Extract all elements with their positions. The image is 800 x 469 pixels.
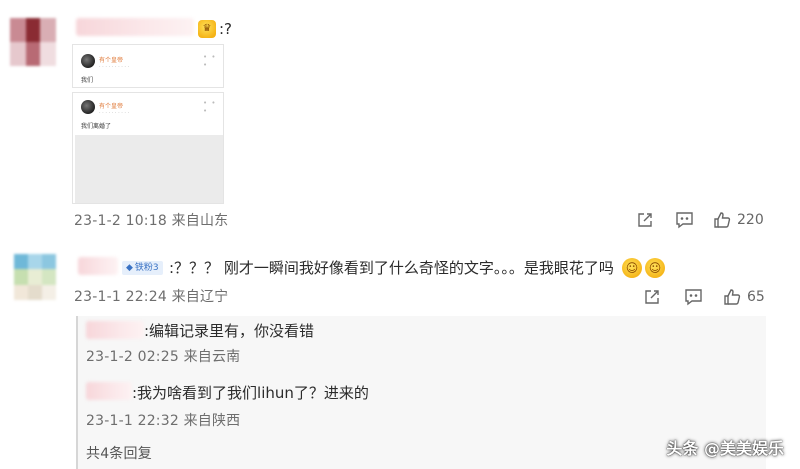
comment-button[interactable] [675, 211, 694, 229]
avatar[interactable] [14, 254, 56, 300]
more-icon: • • • [203, 53, 217, 69]
share-button[interactable] [636, 211, 654, 229]
badge-label: 铁粉3 [134, 263, 159, 273]
comment-text: :？？？ 刚才一瞬间我好像看到了什么奇怪的文字。。。是我眼花了吗 [169, 259, 614, 277]
post-username: 有个皇帝 [99, 103, 124, 110]
like-icon [724, 289, 741, 305]
like-count: 65 [747, 289, 765, 305]
embedded-post-card[interactable]: 有个皇帝 · · · · · · · · · · • • • 我们离婚了 [72, 92, 224, 204]
avatar [81, 54, 95, 68]
like-button[interactable]: 220 [713, 211, 764, 229]
post-text: 我们 [81, 77, 94, 84]
comment-icon [685, 289, 702, 306]
share-icon [645, 290, 659, 304]
comment-button[interactable] [684, 288, 703, 306]
reply-text: :我为啥看到了我们lihun了？进来的 [132, 384, 369, 402]
more-icon: • • • [203, 99, 217, 115]
watermark: 头条 @美美娱乐 [666, 439, 784, 458]
post-username: 有个皇帝 [99, 57, 124, 64]
timestamp: 23-1-2 02:25 来自云南 [86, 349, 241, 365]
more-replies-link[interactable]: 共4条回复 [86, 447, 152, 461]
share-icon [638, 213, 652, 227]
username-blurred[interactable] [86, 382, 132, 400]
fan-badge: ◆ 铁粉3 [122, 261, 163, 275]
post-meta: · · · · · · · · · · [99, 64, 130, 70]
like-icon [714, 212, 731, 228]
timestamp: 23-1-1 22:32 来自陕西 [86, 413, 241, 429]
diamond-icon: ◆ [126, 263, 133, 273]
embedded-post-card[interactable]: 有个皇帝 · · · · · · · · · · • • • 我们 [72, 44, 224, 88]
like-button[interactable]: 65 [723, 288, 765, 306]
avatar [81, 100, 95, 114]
laugh-emoji-icon: ☺ [622, 258, 642, 278]
post-meta: · · · · · · · · · · [99, 110, 130, 116]
share-button[interactable] [643, 288, 661, 306]
image-placeholder [75, 135, 223, 203]
comment-text: :? [219, 20, 233, 38]
timestamp: 23-1-1 22:24 来自辽宁 [74, 289, 229, 305]
timestamp: 23-1-2 10:18 来自山东 [74, 213, 229, 229]
crown-badge-icon: ♛ [198, 20, 216, 38]
username-blurred[interactable] [78, 257, 118, 275]
username-blurred[interactable] [76, 18, 194, 36]
post-text: 我们离婚了 [81, 123, 112, 130]
reply-text: :编辑记录里有，你没看错 [144, 322, 315, 340]
cry-laugh-emoji-icon: ☺ [645, 258, 665, 278]
like-count: 220 [737, 212, 764, 228]
username-blurred[interactable] [86, 321, 144, 339]
comment-icon [676, 212, 693, 229]
avatar[interactable] [10, 18, 56, 66]
